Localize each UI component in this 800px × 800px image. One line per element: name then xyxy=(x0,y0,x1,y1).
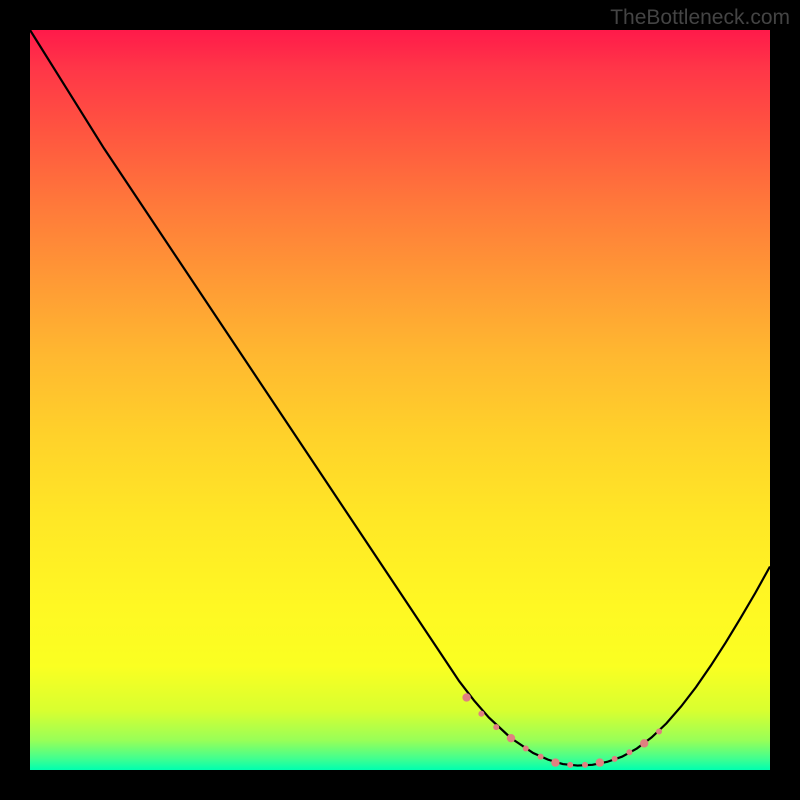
chart-svg xyxy=(30,30,770,770)
marker-dot xyxy=(656,729,662,735)
marker-dot xyxy=(538,754,544,760)
marker-dot xyxy=(596,758,604,766)
marker-dot xyxy=(567,762,573,768)
marker-dot xyxy=(478,711,484,717)
chart-container xyxy=(30,30,770,770)
marker-band-dots xyxy=(462,693,662,768)
bottleneck-curve-line xyxy=(30,30,770,766)
marker-dot xyxy=(493,724,499,730)
marker-dot xyxy=(626,749,632,755)
marker-dot xyxy=(507,734,515,742)
marker-dot xyxy=(462,693,470,701)
marker-dot xyxy=(551,758,559,766)
marker-dot xyxy=(582,762,588,768)
marker-dot xyxy=(612,756,618,762)
marker-dot xyxy=(640,739,648,747)
watermark-text: TheBottleneck.com xyxy=(610,6,790,30)
marker-dot xyxy=(523,746,529,752)
